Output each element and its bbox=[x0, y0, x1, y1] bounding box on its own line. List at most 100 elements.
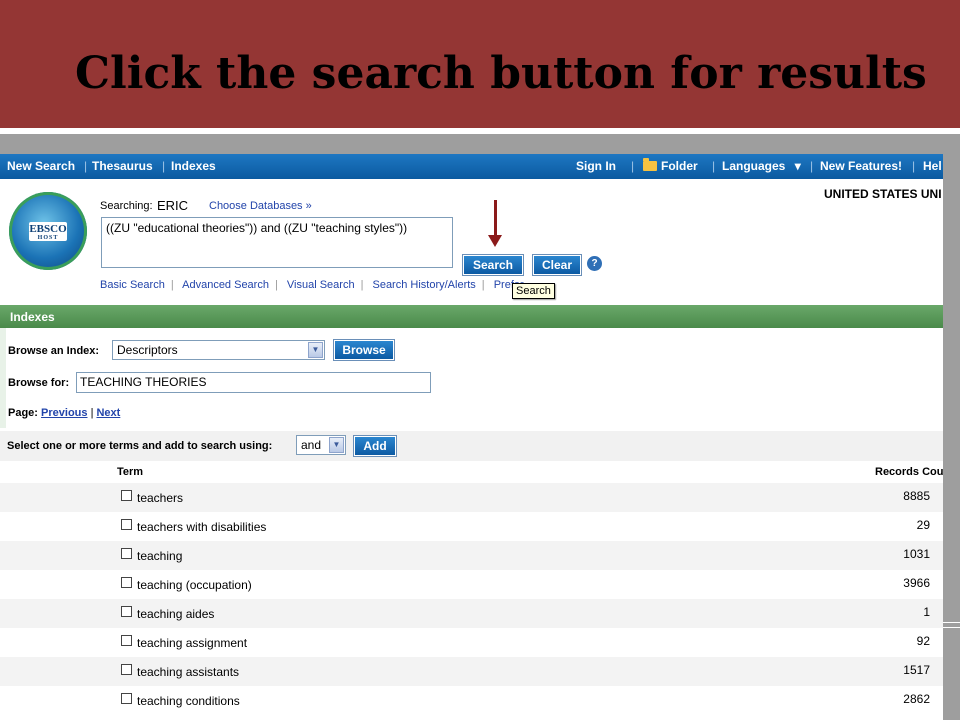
choose-databases-link[interactable]: Choose Databases » bbox=[209, 200, 312, 212]
term-label[interactable]: teachers bbox=[137, 491, 183, 505]
records-count: 2862 bbox=[903, 692, 930, 706]
nav-new-search[interactable]: New Search bbox=[7, 159, 75, 173]
table-row: teaching (occupation) 3966 bbox=[0, 570, 943, 599]
panel-left-shade bbox=[0, 328, 6, 428]
nav-thesaurus[interactable]: Thesaurus bbox=[92, 159, 153, 173]
table-row: teaching assistants 1517 bbox=[0, 657, 943, 686]
link-separator: | bbox=[274, 279, 278, 291]
table-row: teaching aides 1 bbox=[0, 599, 943, 628]
previous-page-link[interactable]: Previous bbox=[41, 407, 87, 419]
screenshot-frame-right bbox=[943, 154, 960, 720]
term-label[interactable]: teaching conditions bbox=[137, 694, 240, 708]
search-history-link[interactable]: Search History/Alerts bbox=[372, 279, 475, 291]
table-row: teachers with disabilities 29 bbox=[0, 512, 943, 541]
nav-languages-label: Languages bbox=[722, 159, 786, 173]
searching-label: Searching: bbox=[100, 200, 153, 212]
term-label[interactable]: teaching aides bbox=[137, 607, 214, 621]
records-count: 1031 bbox=[903, 547, 930, 561]
screenshot-frame-top bbox=[0, 134, 960, 154]
term-label[interactable]: teaching assistants bbox=[137, 665, 239, 679]
records-count: 92 bbox=[916, 634, 930, 648]
term-label[interactable]: teachers with disabilities bbox=[137, 520, 266, 534]
records-count-column-header: Records Cou bbox=[875, 466, 943, 478]
records-count: 3966 bbox=[903, 576, 930, 590]
term-checkbox[interactable] bbox=[121, 635, 132, 646]
top-navigation-bar: New Search | Thesaurus | Indexes Sign In… bbox=[0, 154, 943, 179]
nav-separator: | bbox=[810, 159, 814, 173]
chevron-down-icon: ▼ bbox=[329, 437, 344, 453]
logo-line-2: HOST bbox=[37, 235, 59, 241]
indexes-panel-header: Indexes bbox=[0, 305, 943, 328]
help-icon[interactable]: ? bbox=[587, 256, 602, 271]
term-label[interactable]: teaching assignment bbox=[137, 636, 247, 650]
search-tooltip: Search bbox=[512, 283, 555, 299]
arrow-down-icon bbox=[488, 235, 502, 247]
page-navigation: Page: Previous | Next bbox=[8, 407, 120, 419]
pointer-arrow-shaft bbox=[494, 200, 497, 236]
nav-separator: | bbox=[912, 159, 916, 173]
search-area: EBSCO HOST Searching: ERIC Choose Databa… bbox=[0, 179, 943, 305]
basic-search-link[interactable]: Basic Search bbox=[100, 279, 165, 291]
slide-title: Click the search button for results bbox=[75, 48, 927, 99]
visual-search-link[interactable]: Visual Search bbox=[287, 279, 355, 291]
add-button[interactable]: Add bbox=[353, 435, 397, 457]
table-row: teachers 8885 bbox=[0, 483, 943, 512]
records-count: 1517 bbox=[903, 663, 930, 677]
link-separator: | bbox=[360, 279, 364, 291]
nav-indexes[interactable]: Indexes bbox=[171, 159, 216, 173]
term-checkbox[interactable] bbox=[121, 519, 132, 530]
browse-for-label: Browse for: bbox=[8, 377, 70, 389]
nav-new-features[interactable]: New Features! bbox=[820, 159, 902, 173]
nav-sign-in[interactable]: Sign In bbox=[576, 159, 616, 173]
nav-help[interactable]: Hel bbox=[923, 159, 942, 173]
term-checkbox[interactable] bbox=[121, 490, 132, 501]
search-query-input[interactable]: ((ZU "educational theories")) and ((ZU "… bbox=[101, 217, 453, 268]
nav-folder[interactable]: Folder bbox=[643, 158, 698, 173]
chevron-down-icon: ▾ bbox=[794, 159, 801, 173]
nav-separator: | bbox=[162, 159, 166, 173]
nav-separator: | bbox=[712, 159, 716, 173]
nav-languages[interactable]: Languages ▾ bbox=[722, 159, 801, 173]
searching-database: ERIC bbox=[157, 198, 189, 213]
term-label[interactable]: teaching bbox=[137, 549, 182, 563]
nav-separator: | bbox=[84, 159, 88, 173]
operator-select[interactable]: and ▼ bbox=[296, 435, 346, 455]
browse-button[interactable]: Browse bbox=[333, 339, 395, 361]
search-button[interactable]: Search bbox=[462, 254, 524, 276]
chevron-down-icon: ▼ bbox=[308, 342, 323, 358]
link-separator: | bbox=[481, 279, 485, 291]
next-page-link[interactable]: Next bbox=[96, 407, 120, 419]
nav-folder-label: Folder bbox=[661, 159, 698, 173]
browse-for-input[interactable]: TEACHING THEORIES bbox=[76, 372, 431, 393]
ebsco-app: New Search | Thesaurus | Indexes Sign In… bbox=[0, 154, 943, 720]
table-row: teaching conditions 2862 bbox=[0, 686, 943, 715]
operator-select-value: and bbox=[301, 438, 322, 452]
ebsco-host-logo[interactable]: EBSCO HOST bbox=[9, 192, 87, 270]
nav-separator: | bbox=[631, 159, 635, 173]
clear-button[interactable]: Clear bbox=[532, 254, 582, 276]
institution-name: UNITED STATES UNI bbox=[824, 187, 942, 201]
folder-icon bbox=[643, 158, 657, 171]
page-nav-separator: | bbox=[90, 407, 94, 419]
advanced-search-link[interactable]: Advanced Search bbox=[182, 279, 269, 291]
records-count: 1 bbox=[923, 605, 930, 619]
records-count: 8885 bbox=[903, 489, 930, 503]
table-row: teaching assignment 92 bbox=[0, 628, 943, 657]
term-label[interactable]: teaching (occupation) bbox=[137, 578, 252, 592]
term-checkbox[interactable] bbox=[121, 548, 132, 559]
link-separator: | bbox=[170, 279, 174, 291]
index-select[interactable]: Descriptors ▼ bbox=[112, 340, 325, 360]
slide-header: Click the search button for results bbox=[0, 0, 960, 128]
results-table-header: Term Records Cou bbox=[0, 461, 943, 483]
term-checkbox[interactable] bbox=[121, 693, 132, 704]
select-terms-label: Select one or more terms and add to sear… bbox=[7, 440, 273, 452]
records-count: 29 bbox=[916, 518, 930, 532]
table-row: teaching 1031 bbox=[0, 541, 943, 570]
logo-text: EBSCO HOST bbox=[29, 222, 67, 241]
indexes-title: Indexes bbox=[10, 310, 55, 324]
page-label: Page: bbox=[8, 407, 38, 419]
term-checkbox[interactable] bbox=[121, 664, 132, 675]
term-checkbox[interactable] bbox=[121, 606, 132, 617]
index-select-value: Descriptors bbox=[117, 343, 178, 357]
term-checkbox[interactable] bbox=[121, 577, 132, 588]
